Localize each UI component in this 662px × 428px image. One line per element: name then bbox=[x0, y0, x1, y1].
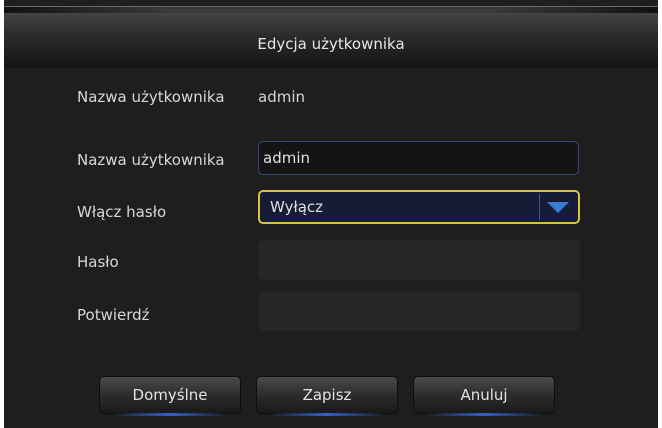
button-glow bbox=[112, 413, 228, 416]
confirm-password-label: Potwierdź bbox=[77, 306, 150, 324]
save-button[interactable]: Zapisz bbox=[256, 376, 398, 416]
enable-password-select[interactable]: Wyłącz bbox=[258, 190, 580, 224]
default-button[interactable]: Domyślne bbox=[99, 376, 241, 416]
save-button-label: Zapisz bbox=[302, 386, 352, 404]
cancel-button-label: Anuluj bbox=[460, 386, 508, 404]
info-username-value: admin bbox=[258, 88, 305, 106]
username-label: Nazwa użytkownika bbox=[77, 151, 225, 169]
password-input[interactable] bbox=[258, 240, 580, 280]
user-edit-dialog: Edycja użytkownika Nazwa użytkownika adm… bbox=[4, 0, 658, 428]
dialog-titlebar: Edycja użytkownika bbox=[4, 6, 658, 68]
button-glow bbox=[269, 413, 385, 416]
cancel-button[interactable]: Anuluj bbox=[413, 376, 555, 416]
button-glow bbox=[426, 413, 542, 416]
enable-password-label: Włącz hasło bbox=[77, 203, 167, 221]
titlebar-highlight bbox=[4, 7, 658, 13]
info-username-label: Nazwa użytkownika bbox=[77, 88, 225, 106]
password-label: Hasło bbox=[77, 253, 119, 271]
enable-password-selected-value: Wyłącz bbox=[270, 198, 324, 216]
username-input[interactable]: admin bbox=[258, 141, 579, 175]
select-divider bbox=[539, 194, 540, 220]
default-button-label: Domyślne bbox=[132, 386, 208, 404]
chevron-down-icon[interactable] bbox=[547, 202, 569, 213]
confirm-password-input[interactable] bbox=[258, 291, 580, 331]
dialog-title: Edycja użytkownika bbox=[257, 35, 405, 53]
